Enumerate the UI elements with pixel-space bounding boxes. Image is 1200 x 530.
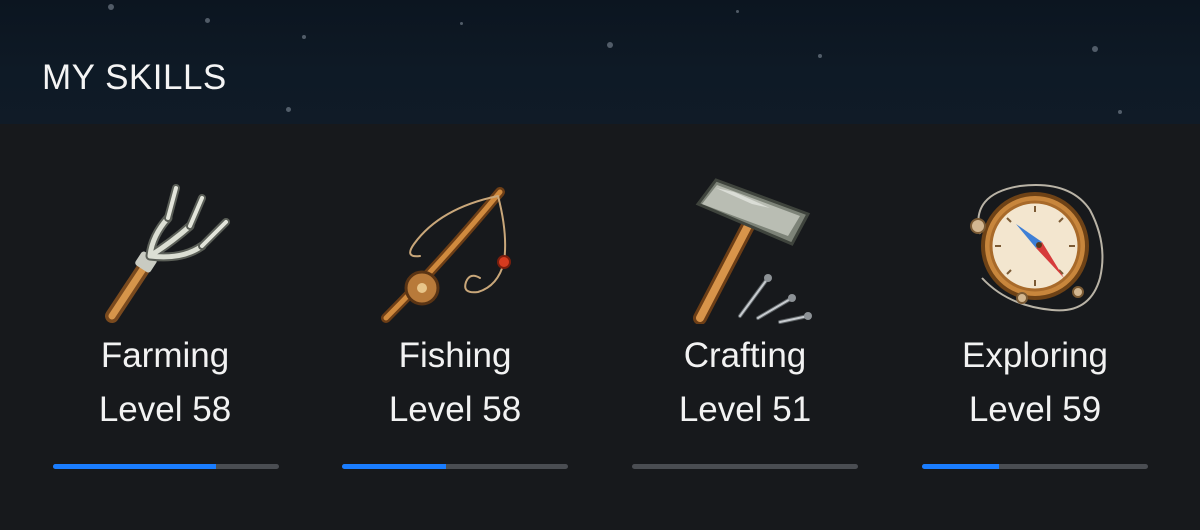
compass-icon: [970, 184, 1104, 312]
page-title: MY SKILLS: [42, 58, 227, 97]
fishing-rod-icon: [381, 187, 511, 323]
skill-name: Crafting: [683, 336, 807, 375]
skill-name: Fishing: [398, 336, 512, 375]
skills-panel: Farming Level 58 Fishing Level 58 Crafti…: [0, 124, 1200, 530]
header: MY SKILLS: [0, 0, 1200, 124]
skill-level: Level 58: [98, 390, 232, 429]
skill-progress-bar: [53, 464, 279, 469]
skill-progress-bar: [342, 464, 568, 469]
skill-name: Exploring: [962, 336, 1108, 375]
hammer-nails-icon: [693, 178, 812, 324]
skill-progress-bar: [922, 464, 1148, 469]
skill-progress-fill: [53, 464, 216, 469]
skill-level: Level 59: [968, 390, 1102, 429]
skill-progress-fill: [342, 464, 446, 469]
skill-card-farming[interactable]: Farming Level 58: [20, 124, 310, 530]
skill-progress-fill: [922, 464, 999, 469]
skill-name: Farming: [100, 336, 230, 375]
skill-card-fishing[interactable]: Fishing Level 58: [310, 124, 600, 530]
skill-level: Level 51: [678, 390, 812, 429]
skill-card-exploring[interactable]: Exploring Level 59: [890, 124, 1180, 530]
skill-progress-bar: [632, 464, 858, 469]
skill-level: Level 58: [388, 390, 522, 429]
pitchfork-icon: [105, 184, 230, 323]
skill-card-crafting[interactable]: Crafting Level 51: [600, 124, 890, 530]
